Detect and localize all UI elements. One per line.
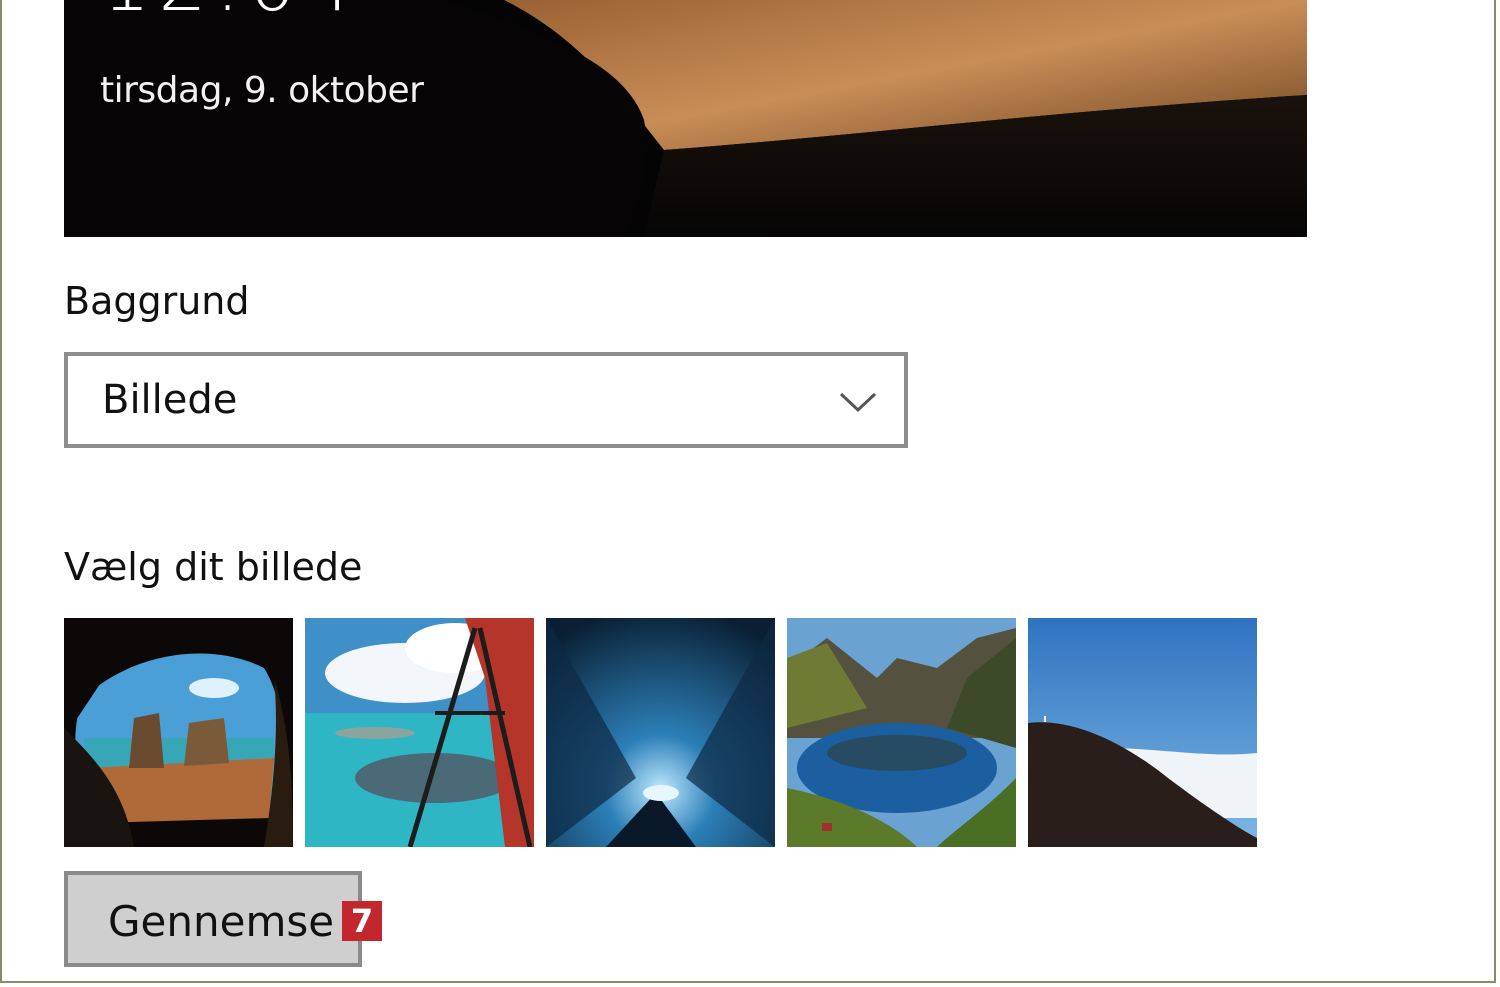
picture-thumbnails — [64, 618, 1264, 848]
thumbnail-mountain-above-clouds[interactable] — [1028, 618, 1257, 847]
thumbnail-window-ocean-view[interactable] — [305, 618, 534, 847]
preview-background-image — [64, 0, 1307, 237]
thumbnail-ice-cave[interactable] — [546, 618, 775, 847]
browse-button[interactable]: Gennemse — [64, 871, 362, 967]
thumbnail-beach-cave[interactable] — [64, 618, 293, 847]
background-label: Baggrund — [64, 279, 250, 323]
preview-clock: 12:04 — [102, 0, 361, 22]
thumbnail-mountain-lake[interactable] — [787, 618, 1016, 847]
dropdown-selected-value: Billede — [102, 377, 238, 423]
chevron-down-icon — [839, 392, 877, 413]
preview-date: tirsdag, 9. oktober — [100, 70, 424, 111]
lock-screen-preview: 12:04 tirsdag, 9. oktober — [64, 0, 1307, 237]
choose-picture-label: Vælg dit billede — [64, 545, 363, 589]
background-type-dropdown[interactable]: Billede — [64, 352, 908, 448]
step-badge: 7 — [342, 901, 382, 941]
browse-button-label: Gennemse — [108, 897, 335, 946]
